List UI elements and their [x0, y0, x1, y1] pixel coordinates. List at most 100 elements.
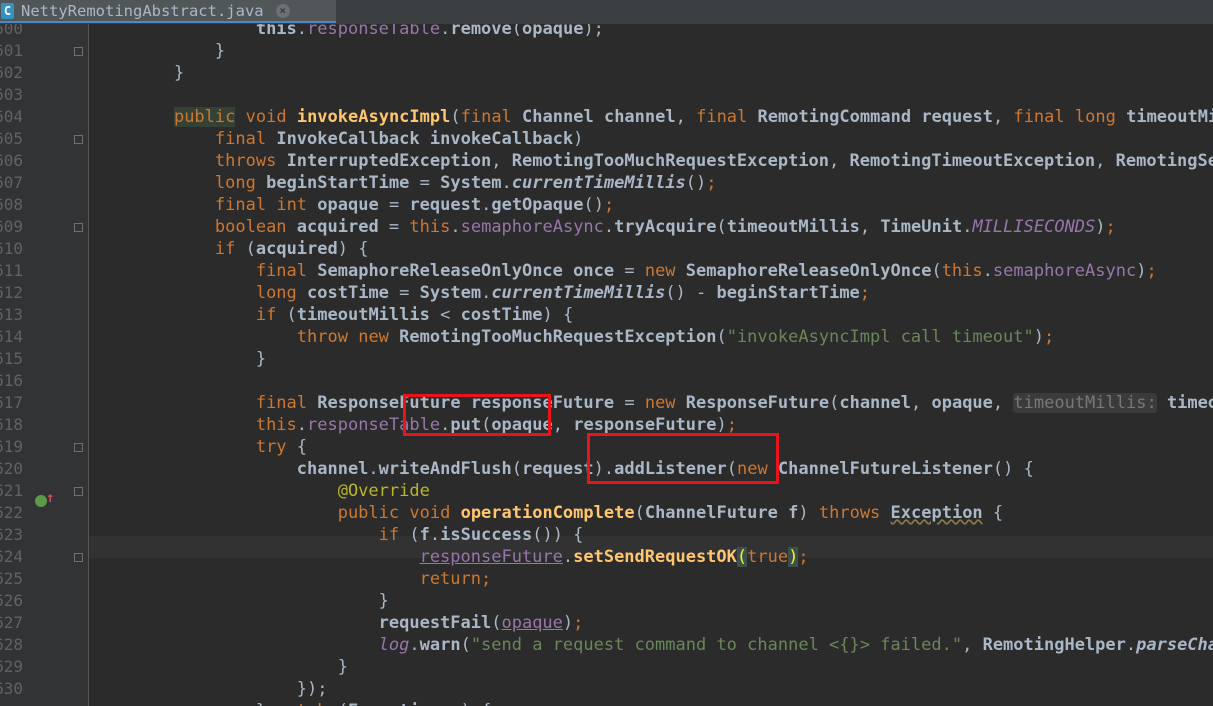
code-line[interactable]: }	[89, 40, 225, 62]
fold-marker-icon[interactable]	[74, 443, 83, 452]
code-line[interactable]: @Override	[89, 480, 430, 502]
code-token: timeoutMillis	[726, 217, 860, 237]
code-token: (	[716, 327, 727, 347]
fold-marker-icon[interactable]	[74, 223, 83, 232]
code-token: ()	[583, 195, 604, 215]
field-ref: responseTable	[307, 24, 441, 39]
code-line[interactable]: }	[89, 656, 348, 678]
code-line[interactable]: }	[89, 348, 266, 370]
code-line[interactable]: final SemaphoreReleaseOnlyOnce once = ne…	[89, 260, 1157, 282]
code-token: ChannelFuture	[644, 503, 778, 523]
close-icon[interactable]: ×	[275, 3, 290, 18]
keyword: void	[409, 503, 451, 523]
code-line[interactable]: });	[89, 678, 328, 700]
editor-tab-nettyremotingabstract[interactable]: C NettyRemotingAbstract.java ×	[0, 0, 336, 23]
keyword: long	[214, 173, 256, 193]
code-token: .	[562, 547, 574, 567]
keyword: new	[644, 393, 676, 413]
keyword: return	[419, 569, 481, 589]
code-line[interactable]: } catch (Exception e) {	[89, 700, 492, 706]
code-token: InvokeCallback	[276, 129, 420, 149]
code-token: ()) {	[532, 525, 584, 545]
code-line[interactable]	[89, 84, 133, 106]
keyword: final	[255, 261, 308, 281]
code-token: ) {	[461, 701, 492, 706]
code-token: =	[409, 173, 441, 193]
code-line[interactable]: try {	[89, 436, 307, 458]
line-number: 623	[0, 525, 23, 544]
line-number: 626	[0, 591, 23, 610]
code-token: RemotingHelper	[982, 635, 1126, 655]
code-token: .	[1125, 635, 1137, 655]
code-line[interactable]: }	[89, 590, 389, 612]
code-line[interactable]: requestFail(opaque);	[89, 612, 584, 634]
code-token: .	[296, 24, 308, 39]
keyword: final	[255, 393, 308, 413]
code-token: TimeUnit	[880, 217, 963, 237]
tab-label: NettyRemotingAbstract.java	[21, 1, 264, 20]
code-line[interactable]: long costTime = System.currentTimeMillis…	[89, 282, 870, 304]
method-name: setSendRequestOK	[573, 547, 737, 567]
fold-marker-icon[interactable]	[74, 487, 83, 496]
code-line[interactable]: final ResponseFuture responseFuture = ne…	[89, 392, 1213, 414]
code-line[interactable]: public void operationComplete(ChannelFut…	[89, 502, 1003, 524]
code-token: costTime	[307, 283, 389, 303]
code-token: request	[521, 459, 594, 479]
fold-marker-icon[interactable]	[74, 135, 83, 144]
code-token: isSuccess	[440, 525, 533, 545]
code-token: f	[419, 525, 430, 545]
keyword: true	[747, 547, 789, 567]
code-line[interactable]: }	[89, 62, 184, 84]
fold-marker-icon[interactable]	[74, 47, 83, 56]
code-line[interactable]: boolean acquired = this.semaphoreAsync.t…	[89, 216, 1116, 238]
override-method-icon[interactable]: ↑	[35, 491, 57, 508]
code-line[interactable]: throws InterruptedException, RemotingToo…	[89, 150, 1213, 172]
java-class-icon: C	[1, 2, 14, 19]
code-token: timeoutMillis	[1166, 393, 1213, 413]
code-line[interactable]: this.responseTable.remove(opaque);	[89, 24, 604, 40]
code-line[interactable]: final int opaque = request.getOpaque();	[89, 194, 614, 216]
code-line[interactable]: final InvokeCallback invokeCallback)	[89, 128, 584, 150]
code-line[interactable]: long beginStartTime = System.currentTime…	[89, 172, 717, 194]
code-editor[interactable]: this.responseTable.remove(opaque); } } p…	[89, 24, 1213, 706]
code-line[interactable]: throw new RemotingTooMuchRequestExceptio…	[89, 326, 1054, 348]
code-token: once	[573, 261, 615, 281]
code-line[interactable]: public void invokeAsyncImpl(final Channe…	[89, 106, 1213, 128]
code-token: beginStartTime	[716, 283, 860, 303]
code-line[interactable]: responseFuture.setSendRequestOK(true);	[89, 546, 809, 568]
keyword: ;	[1105, 217, 1116, 237]
keyword: public	[337, 503, 400, 523]
code-token: {	[982, 503, 1004, 523]
fold-marker-icon[interactable]	[74, 553, 83, 562]
code-line[interactable]: channel.writeAndFlush(request).addListen…	[89, 458, 1034, 480]
line-number: 605	[0, 129, 23, 148]
keyword: new	[644, 261, 676, 281]
line-number: 629	[0, 657, 23, 676]
code-line[interactable]: if (acquired) {	[89, 238, 369, 260]
code-token: invokeCallback	[429, 129, 574, 149]
code-token: .	[481, 195, 492, 215]
line-number: 617	[0, 393, 23, 412]
code-line[interactable]	[89, 370, 133, 392]
code-token: getOpaque	[491, 195, 584, 215]
keyword: void	[245, 107, 287, 127]
code-token: RemotingCommand	[757, 107, 912, 127]
code-line[interactable]: if (timeoutMillis < costTime) {	[89, 304, 573, 326]
code-token: }	[133, 63, 185, 83]
code-line[interactable]: log.warn("send a request command to chan…	[89, 634, 1213, 656]
code-line[interactable]: if (f.isSuccess()) {	[89, 524, 584, 546]
code-token: (	[736, 547, 748, 567]
code-line[interactable]: return;	[89, 568, 492, 590]
